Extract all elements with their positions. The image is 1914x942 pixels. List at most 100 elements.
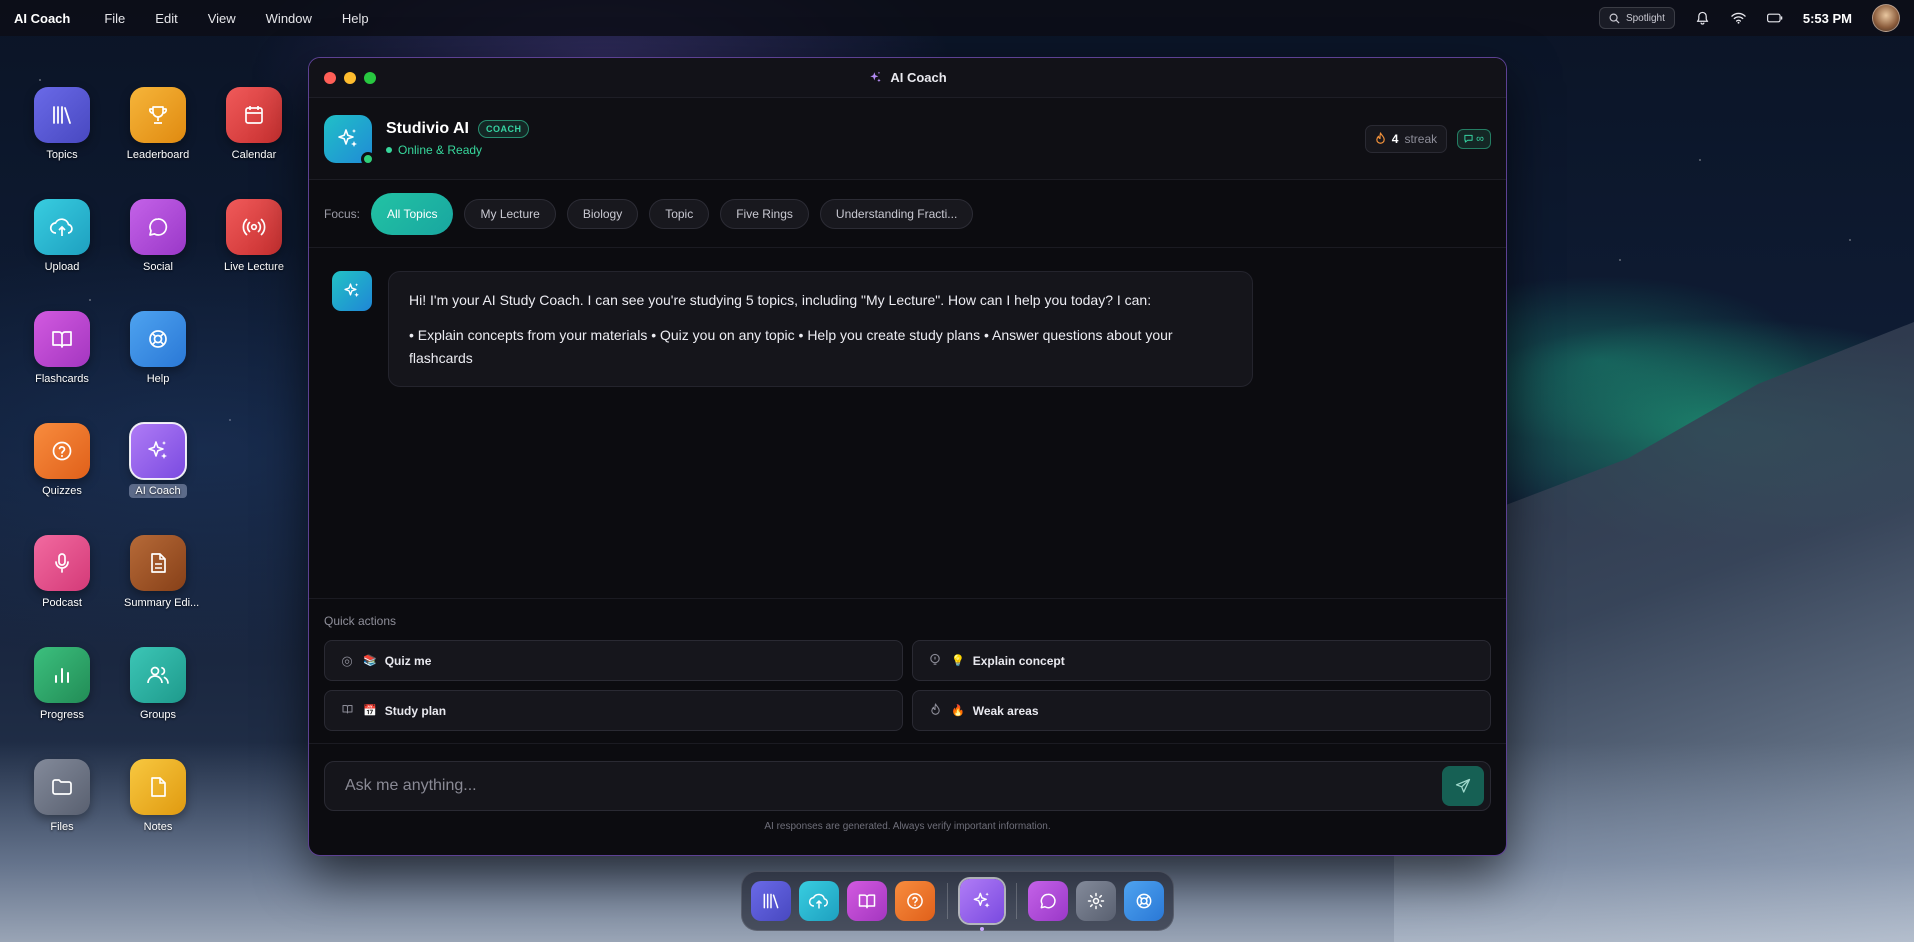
send-button[interactable]	[1442, 766, 1484, 806]
menu-window[interactable]: Window	[266, 11, 312, 26]
dock-item-social[interactable]	[1028, 881, 1068, 921]
window-titlebar[interactable]: AI Coach	[309, 58, 1506, 98]
coach-header: Studivio AI COACH Online & Ready 4 strea…	[309, 98, 1506, 180]
quick-action-weak-areas[interactable]: 🔥 Weak areas	[912, 690, 1491, 731]
user-avatar[interactable]	[1872, 4, 1900, 32]
focus-chip-my-lecture[interactable]: My Lecture	[464, 198, 556, 229]
quick-action-emoji: 📚	[363, 655, 377, 667]
maximize-window-button[interactable]	[364, 72, 376, 84]
close-window-button[interactable]	[324, 72, 336, 84]
cloud-upload-icon	[808, 893, 828, 909]
quick-action-quiz-me[interactable]: ◎ 📚 Quiz me	[324, 640, 903, 681]
target-icon: ◎	[341, 652, 353, 668]
sparkles-icon	[973, 892, 990, 908]
menubar-clock[interactable]: 5:53 PM	[1803, 11, 1852, 26]
menubar: AI Coach File Edit View Window Help Spot…	[0, 0, 1914, 36]
message-icon	[1464, 134, 1473, 143]
menubar-app-name[interactable]: AI Coach	[14, 11, 70, 26]
desktop-icon-groups[interactable]: Groups	[118, 647, 198, 723]
focus-label: Focus:	[324, 206, 361, 221]
dock-item-upload[interactable]	[799, 881, 839, 921]
search-icon	[1609, 13, 1620, 24]
desktop-icon-label: Podcast	[42, 597, 82, 609]
message-text: • Explain concepts from your materials •…	[409, 327, 1173, 366]
dock-item-topics[interactable]	[751, 881, 791, 921]
coach-avatar	[324, 114, 375, 166]
wifi-icon[interactable]	[1731, 10, 1747, 26]
dock-item-flashcards[interactable]	[847, 881, 887, 921]
focus-chip-all-topics[interactable]: All Topics	[371, 192, 454, 235]
minimize-window-button[interactable]	[344, 72, 356, 84]
chat-input[interactable]	[345, 777, 1442, 795]
flame-icon	[1376, 132, 1385, 144]
bell-icon[interactable]	[1695, 10, 1711, 26]
dock-item-settings[interactable]	[1076, 881, 1116, 921]
desktop-icon-quizzes[interactable]: Quizzes	[22, 423, 102, 499]
book-icon	[339, 703, 355, 718]
sparkles-icon	[148, 441, 167, 459]
status-dot	[386, 147, 392, 153]
desktop-icon-label: Groups	[139, 709, 177, 721]
question-icon	[907, 893, 923, 909]
desktop-icon-help[interactable]: Help	[118, 311, 198, 387]
desktop-icon-label: Calendar	[231, 149, 277, 161]
desktop-icon-flashcards[interactable]: Flashcards	[22, 311, 102, 387]
online-indicator	[361, 151, 375, 166]
book-icon	[858, 894, 876, 909]
quick-action-label: Explain concept	[972, 653, 1065, 668]
quick-action-emoji: 💡	[951, 655, 965, 667]
window-controls	[324, 72, 376, 84]
dock-item-ai-coach[interactable]	[959, 879, 1004, 931]
quick-action-explain-concept[interactable]: 💡 Explain concept	[912, 640, 1491, 681]
menu-help[interactable]: Help	[342, 11, 369, 26]
desktop-icon-podcast[interactable]: Podcast	[22, 535, 102, 611]
ai-coach-window: AI Coach Studivio AI COACH Online & Read…	[308, 57, 1507, 856]
trophy-icon	[148, 106, 168, 124]
sparkles-icon	[344, 283, 359, 298]
spotlight-label: Spotlight	[1625, 12, 1665, 24]
menu-view[interactable]: View	[208, 11, 236, 26]
gear-icon	[1087, 892, 1105, 910]
calendar-icon	[245, 106, 263, 124]
document-icon	[151, 553, 166, 573]
desktop-icon-label: Quizzes	[42, 485, 82, 497]
flame-icon	[927, 702, 943, 719]
ai-message: Hi! I'm your AI Study Coach. I can see y…	[332, 271, 1253, 387]
battery-icon[interactable]	[1766, 10, 1783, 26]
quick-actions-title: Quick actions	[324, 614, 397, 628]
message-count-badge[interactable]: ∞	[1457, 128, 1491, 149]
desktop-icon-social[interactable]: Social	[118, 199, 198, 275]
desktop-icon-label: Live Lecture	[224, 261, 284, 273]
focus-chip-topic[interactable]: Topic	[649, 198, 710, 229]
desktop-icon-notes[interactable]: Notes	[118, 759, 198, 835]
desktop-icon-label: Files	[50, 821, 74, 833]
desktop-icon-upload[interactable]: Upload	[22, 199, 102, 275]
desktop-icon-calendar[interactable]: Calendar	[214, 87, 294, 163]
sparkles-icon	[338, 128, 357, 147]
menu-file[interactable]: File	[104, 11, 125, 26]
desktop-icon-label: Notes	[143, 821, 173, 833]
desktop-icon-label: Topics	[46, 149, 78, 161]
desktop-icon-files[interactable]: Files	[22, 759, 102, 835]
send-icon	[1455, 778, 1471, 793]
desktop-icon-leaderboard[interactable]: Leaderboard	[118, 87, 198, 163]
dock-item-help[interactable]	[1124, 881, 1164, 921]
quick-action-study-plan[interactable]: 📅 Study plan	[324, 690, 903, 731]
desktop-icon-topics[interactable]: Topics	[22, 87, 102, 163]
focus-chip-biology[interactable]: Biology	[566, 198, 639, 229]
coach-status: Online & Ready	[386, 143, 529, 157]
spotlight-button[interactable]: Spotlight	[1598, 7, 1675, 29]
coach-name: Studivio AI	[386, 120, 469, 137]
quick-action-emoji: 🔥	[951, 705, 965, 717]
desktop-icon-ai-coach[interactable]: AI Coach	[118, 422, 198, 499]
menu-edit[interactable]: Edit	[155, 11, 177, 26]
desktop-icon-progress[interactable]: Progress	[22, 647, 102, 723]
desktop-icon-live-lecture[interactable]: Live Lecture	[214, 199, 294, 275]
focus-chip-understanding-fractions[interactable]: Understanding Fracti...	[819, 198, 974, 229]
desktop-icon-summary-editor[interactable]: Summary Edi...	[118, 535, 199, 611]
desktop-icon-label: Flashcards	[35, 373, 89, 385]
streak-badge[interactable]: 4 streak	[1364, 124, 1448, 153]
dock-item-quizzes[interactable]	[895, 881, 935, 921]
focus-chip-five-rings[interactable]: Five Rings	[720, 198, 809, 229]
chat-area[interactable]: Hi! I'm your AI Study Coach. I can see y…	[309, 248, 1506, 598]
